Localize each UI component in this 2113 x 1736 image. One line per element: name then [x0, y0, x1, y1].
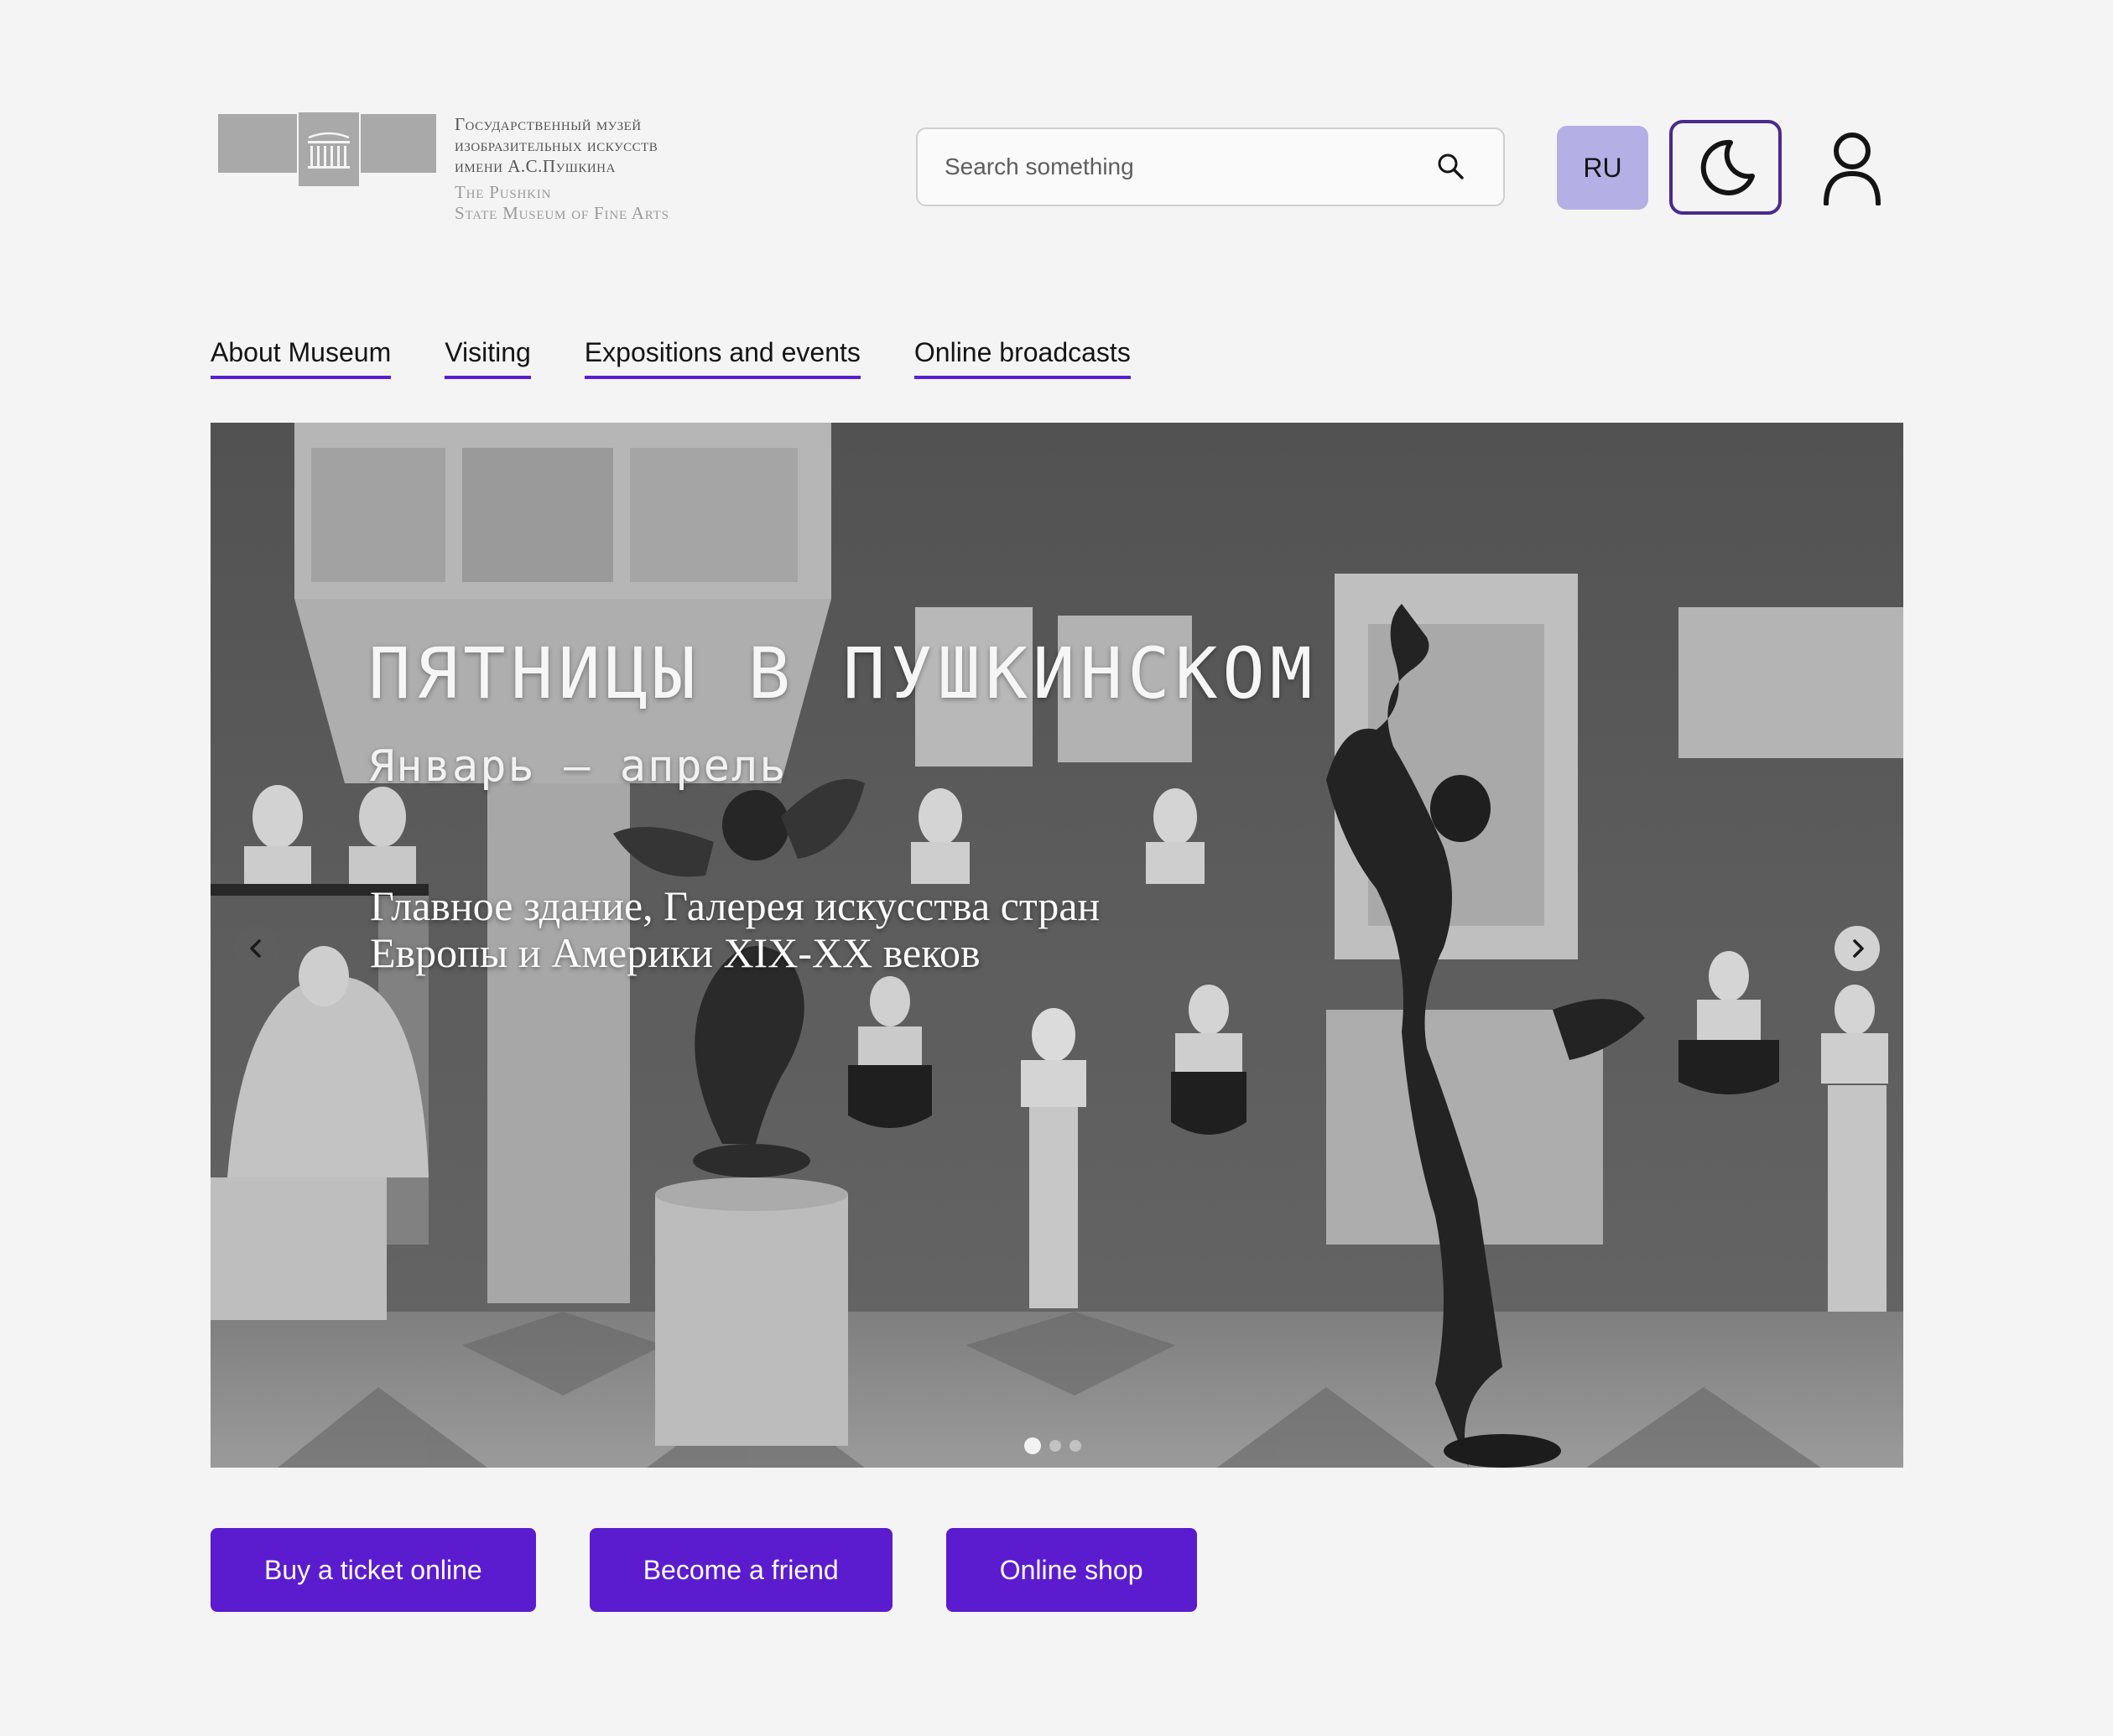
logo-text: Государственный музей изобразительных ис… [455, 114, 669, 224]
search-box [916, 127, 1505, 206]
buy-ticket-button[interactable]: Buy a ticket online [211, 1528, 536, 1612]
logo-ru-line-3: имени А.С.Пушкина [455, 156, 616, 176]
logo-ru-line-2: изобразительных искусств [455, 135, 658, 155]
nav-about-museum[interactable]: About Museum [211, 335, 392, 379]
logo-en-line-1: The Pushkin [455, 182, 552, 202]
online-shop-button[interactable]: Online shop [945, 1528, 1197, 1612]
become-friend-button[interactable]: Become a friend [589, 1528, 893, 1612]
user-icon [1824, 133, 1881, 205]
language-button[interactable]: RU [1557, 126, 1648, 210]
hero-title: ПЯТНИЦЫ В ПУШКИНСКОМ [368, 632, 1318, 715]
hero-location-line-1: Главное здание, Галерея искусства стран [370, 882, 1101, 929]
user-account-button[interactable] [1819, 127, 1886, 208]
slider-dot-1[interactable] [1024, 1437, 1041, 1454]
chevron-right-icon [1853, 939, 1864, 958]
hero-slider: ПЯТНИЦЫ В ПУШКИНСКОМ Январь — апрель Гла… [211, 423, 1903, 1468]
slider-dot-3[interactable] [1070, 1440, 1081, 1452]
theme-toggle-button[interactable] [1669, 120, 1782, 215]
cta-row: Buy a ticket online Become a friend Onli… [211, 1528, 1197, 1612]
logo-ru-line-1: Государственный музей [455, 114, 642, 134]
nav-visiting[interactable]: Visiting [445, 335, 531, 379]
search-icon[interactable] [1434, 150, 1468, 184]
logo-building-icon [218, 112, 436, 186]
hero-dates: Январь — апрель [368, 741, 788, 792]
moon-icon [1700, 139, 1755, 195]
nav-online-broadcasts[interactable]: Online broadcasts [913, 335, 1131, 379]
logo-en-line-2: State Museum of Fine Arts [455, 203, 669, 223]
slider-next-button[interactable] [1835, 926, 1880, 971]
main-nav: About Museum Visiting Expositions and ev… [211, 335, 1131, 379]
page: Государственный музей изобразительных ис… [0, 0, 2113, 1736]
search-input[interactable] [918, 129, 1434, 205]
slider-prev-button[interactable] [234, 926, 279, 971]
nav-expositions-and-events[interactable]: Expositions and events [584, 335, 861, 379]
slider-dot-2[interactable] [1049, 1440, 1061, 1452]
hero-location: Главное здание, Галерея искусства стран … [370, 882, 1293, 976]
hero-location-line-2: Европы и Америки XIX-XX веков [370, 929, 981, 976]
slider-pagination [1024, 1437, 1081, 1454]
museum-logo[interactable]: Государственный музей изобразительных ис… [218, 112, 669, 224]
chevron-left-icon [250, 939, 261, 958]
